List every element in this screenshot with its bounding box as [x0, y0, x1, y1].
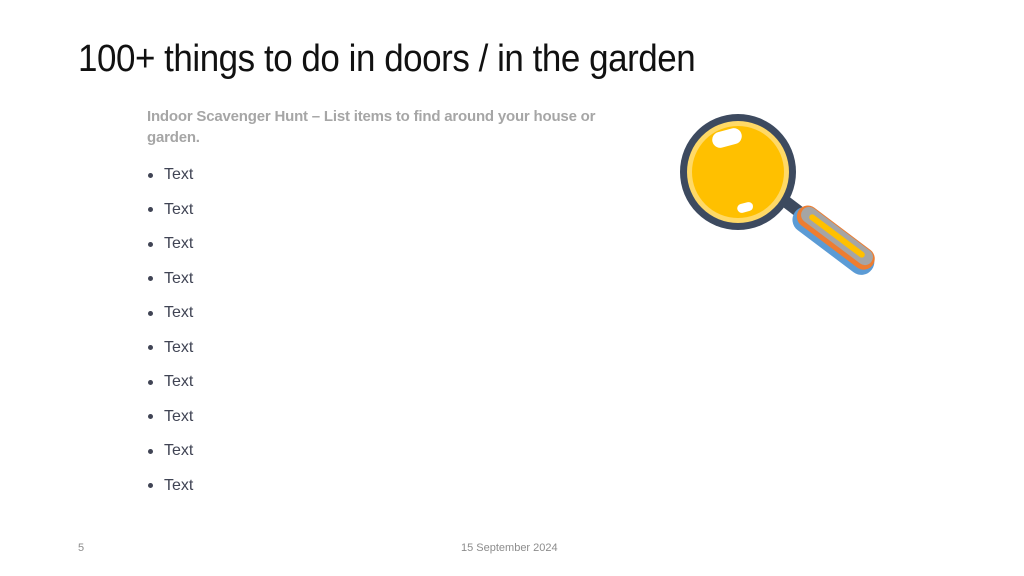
list-item-text: Text [164, 476, 194, 494]
list-item: Text [147, 262, 597, 297]
magnifier-handle [792, 205, 875, 275]
bullet-icon [148, 207, 153, 213]
list-item: Text [147, 227, 597, 262]
bullet-icon [148, 310, 153, 316]
list-item: Text [147, 193, 597, 228]
list-item: Text [147, 158, 597, 193]
list-item-text: Text [164, 269, 194, 287]
bullet-icon [148, 276, 153, 282]
list-item-text: Text [164, 442, 194, 460]
bullet-icon [148, 345, 153, 351]
list-item-text: Text [164, 166, 194, 184]
slide-number: 5 [78, 542, 85, 554]
magnifying-glass-icon [680, 114, 875, 275]
list-item: Text [147, 296, 597, 331]
bullet-icon [148, 241, 153, 247]
footer-date: 15 September 2024 [461, 542, 558, 554]
slide-title: 100+ things to do in doors / in the gard… [78, 38, 696, 80]
list-item: Text [147, 331, 597, 366]
list-item-text: Text [164, 200, 194, 218]
slide: 100+ things to do in doors / in the gard… [0, 0, 1024, 576]
list-item: Text [147, 400, 597, 435]
list-item: Text [147, 434, 597, 469]
bullet-icon [148, 172, 153, 178]
list-item: Text [147, 365, 597, 400]
intro-text: Indoor Scavenger Hunt – List items to fi… [147, 108, 596, 146]
bullet-icon [148, 483, 153, 489]
content-area: Indoor Scavenger Hunt – List items to fi… [147, 106, 597, 503]
bullet-list: Text Text Text Text Text Text Text Text … [147, 158, 597, 503]
list-item-text: Text [164, 338, 194, 356]
bullet-icon [148, 379, 153, 385]
list-item: Text [147, 469, 597, 504]
list-item-text: Text [164, 235, 194, 253]
bullet-icon [148, 414, 153, 420]
bullet-icon [148, 448, 153, 454]
list-item-text: Text [164, 373, 194, 391]
list-item-text: Text [164, 304, 194, 322]
list-item-text: Text [164, 407, 194, 425]
